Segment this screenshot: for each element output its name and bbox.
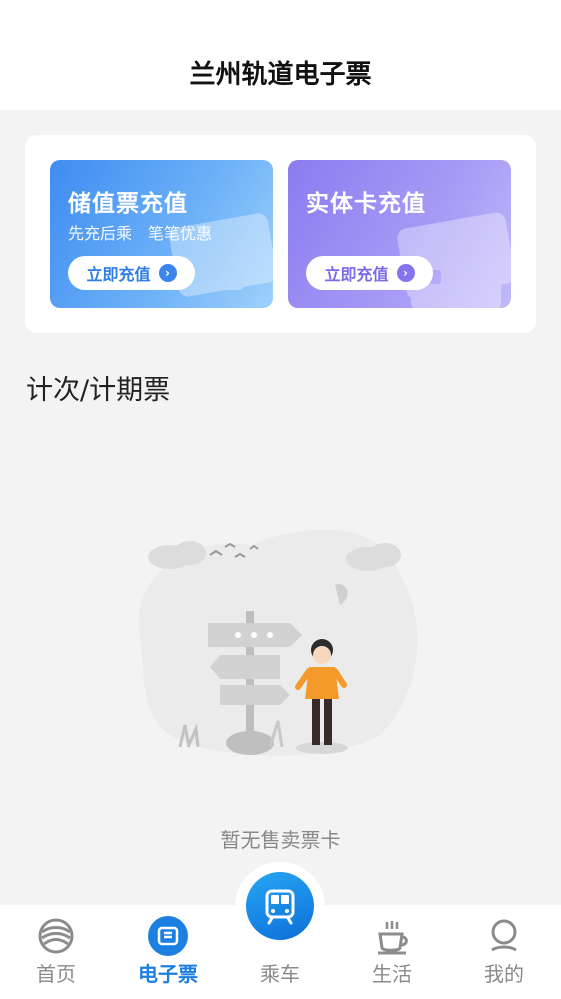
topup-panel: 储值票充值 先充后乘 笔笔优惠 立即充值 › 实体卡充值 立即充值 › — [25, 135, 536, 333]
tab-home[interactable]: 首页 — [0, 905, 112, 999]
ride-button[interactable] — [246, 872, 314, 940]
tab-e-ticket[interactable]: 电子票 — [112, 905, 224, 999]
app-header: 兰州轨道电子票 — [0, 0, 561, 110]
physical-card-topup-card[interactable]: 实体卡充值 立即充值 › — [288, 160, 511, 308]
user-icon — [491, 919, 517, 952]
chevron-right-icon: › — [396, 264, 415, 282]
coffee-cup-icon — [378, 921, 408, 955]
stored-value-subtitle: 先充后乘 笔笔优惠 — [68, 224, 213, 243]
stored-value-title: 储值票充值 — [68, 191, 188, 217]
empty-state-text: 暂无售卖票卡 — [220, 828, 341, 852]
topup-button-label: 立即充值 — [86, 265, 151, 284]
tab-label: 生活 — [372, 962, 412, 986]
train-icon — [265, 889, 295, 925]
tab-label: 乘车 — [260, 962, 300, 986]
tab-label: 我的 — [484, 962, 524, 986]
stored-value-topup-button[interactable]: 立即充值 › — [68, 256, 195, 290]
chevron-right-icon: › — [158, 264, 177, 282]
stored-value-topup-card[interactable]: 储值票充值 先充后乘 笔笔优惠 立即充值 › — [50, 160, 273, 308]
page-title: 兰州轨道电子票 — [189, 60, 372, 90]
ticket-icon — [148, 916, 188, 956]
tab-life[interactable]: 生活 — [336, 905, 448, 999]
empty-state-illustration — [138, 529, 418, 756]
metro-logo-icon — [38, 918, 74, 954]
tab-label: 首页 — [36, 962, 76, 986]
section-title: 计次/计期票 — [26, 375, 171, 406]
physical-card-title: 实体卡充值 — [306, 191, 426, 217]
physical-card-topup-button[interactable]: 立即充值 › — [306, 256, 433, 290]
tab-label: 电子票 — [138, 962, 198, 986]
topup-button-label: 立即充值 — [324, 265, 389, 284]
tab-mine[interactable]: 我的 — [448, 905, 560, 999]
